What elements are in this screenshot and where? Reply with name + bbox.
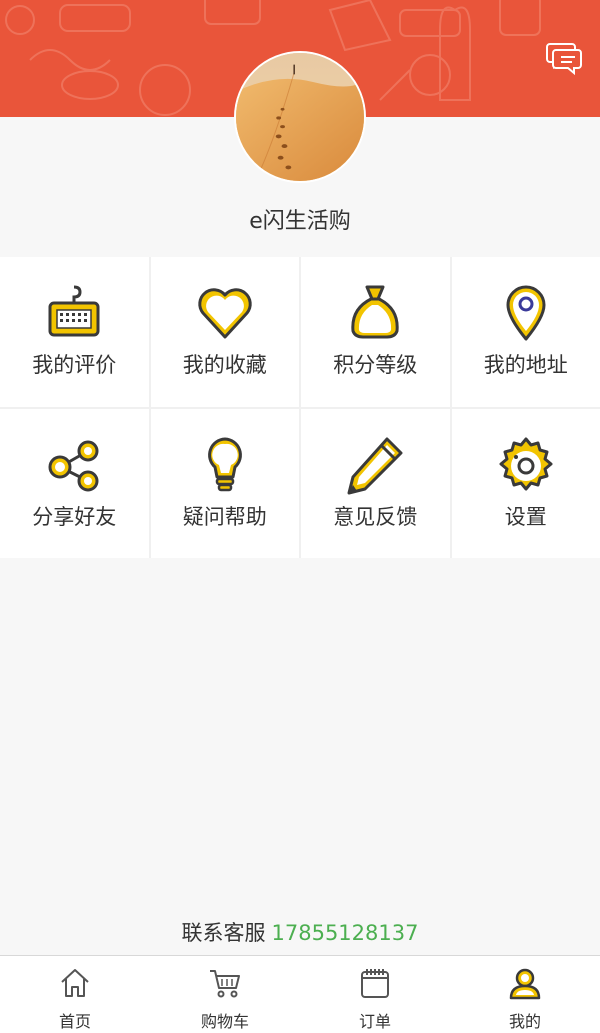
menu-item-points[interactable]: 积分等级 bbox=[301, 257, 450, 407]
home-icon bbox=[61, 969, 89, 997]
tab-label: 订单 bbox=[358, 1012, 391, 1031]
avatar[interactable] bbox=[234, 51, 366, 183]
menu-grid: 我的评价 我的收藏 积分等级 我的地址 分享好友 疑问帮助 意见反馈 设置 bbox=[0, 257, 600, 558]
customer-service: 联系客服 17855128137 bbox=[0, 917, 600, 947]
tab-mine[interactable]: 我的 bbox=[450, 956, 600, 1033]
lightbulb-icon bbox=[207, 437, 242, 491]
menu-item-label: 分享好友 bbox=[32, 504, 117, 529]
tab-orders[interactable]: 订单 bbox=[300, 956, 450, 1033]
location-pin-icon bbox=[506, 285, 546, 341]
money-bag-icon bbox=[351, 285, 399, 339]
cart-icon bbox=[210, 970, 240, 998]
message-button[interactable] bbox=[546, 40, 584, 76]
tab-label: 我的 bbox=[508, 1012, 541, 1031]
menu-item-reviews[interactable]: 我的评价 bbox=[0, 257, 149, 407]
share-icon bbox=[48, 440, 99, 491]
tab-home[interactable]: 首页 bbox=[0, 956, 150, 1033]
gear-icon bbox=[499, 437, 553, 490]
chat-bubbles-icon bbox=[546, 43, 582, 76]
tab-label: 首页 bbox=[58, 1012, 91, 1031]
menu-item-label: 我的地址 bbox=[483, 353, 568, 377]
menu-item-share[interactable]: 分享好友 bbox=[0, 408, 149, 558]
bottom-tab-bar: 首页 购物车 订单 我的 bbox=[0, 955, 600, 1033]
menu-item-label: 我的评价 bbox=[32, 353, 117, 377]
menu-item-address[interactable]: 我的地址 bbox=[451, 257, 600, 407]
contact-label: 联系客服 bbox=[181, 921, 266, 945]
contact-phone-link[interactable]: 17855128137 bbox=[272, 921, 419, 945]
tab-cart[interactable]: 购物车 bbox=[150, 956, 300, 1033]
menu-item-label: 意见反馈 bbox=[333, 504, 418, 529]
menu-item-label: 我的收藏 bbox=[182, 353, 267, 377]
keyboard-icon bbox=[48, 285, 100, 337]
menu-item-label: 积分等级 bbox=[333, 353, 418, 377]
pencil-icon bbox=[347, 437, 403, 494]
menu-item-feedback[interactable]: 意见反馈 bbox=[301, 408, 450, 558]
menu-item-label: 设置 bbox=[504, 504, 547, 529]
tab-label: 购物车 bbox=[200, 1012, 249, 1031]
menu-item-help[interactable]: 疑问帮助 bbox=[150, 408, 299, 558]
calendar-icon bbox=[361, 969, 389, 998]
username: e闪生活购 bbox=[249, 209, 351, 234]
user-icon bbox=[509, 968, 541, 1000]
menu-item-favorites[interactable]: 我的收藏 bbox=[150, 257, 299, 407]
menu-item-label: 疑问帮助 bbox=[182, 504, 267, 529]
menu-item-settings[interactable]: 设置 bbox=[451, 408, 600, 558]
heart-icon bbox=[198, 288, 252, 339]
desert-footprints-avatar bbox=[236, 53, 364, 181]
